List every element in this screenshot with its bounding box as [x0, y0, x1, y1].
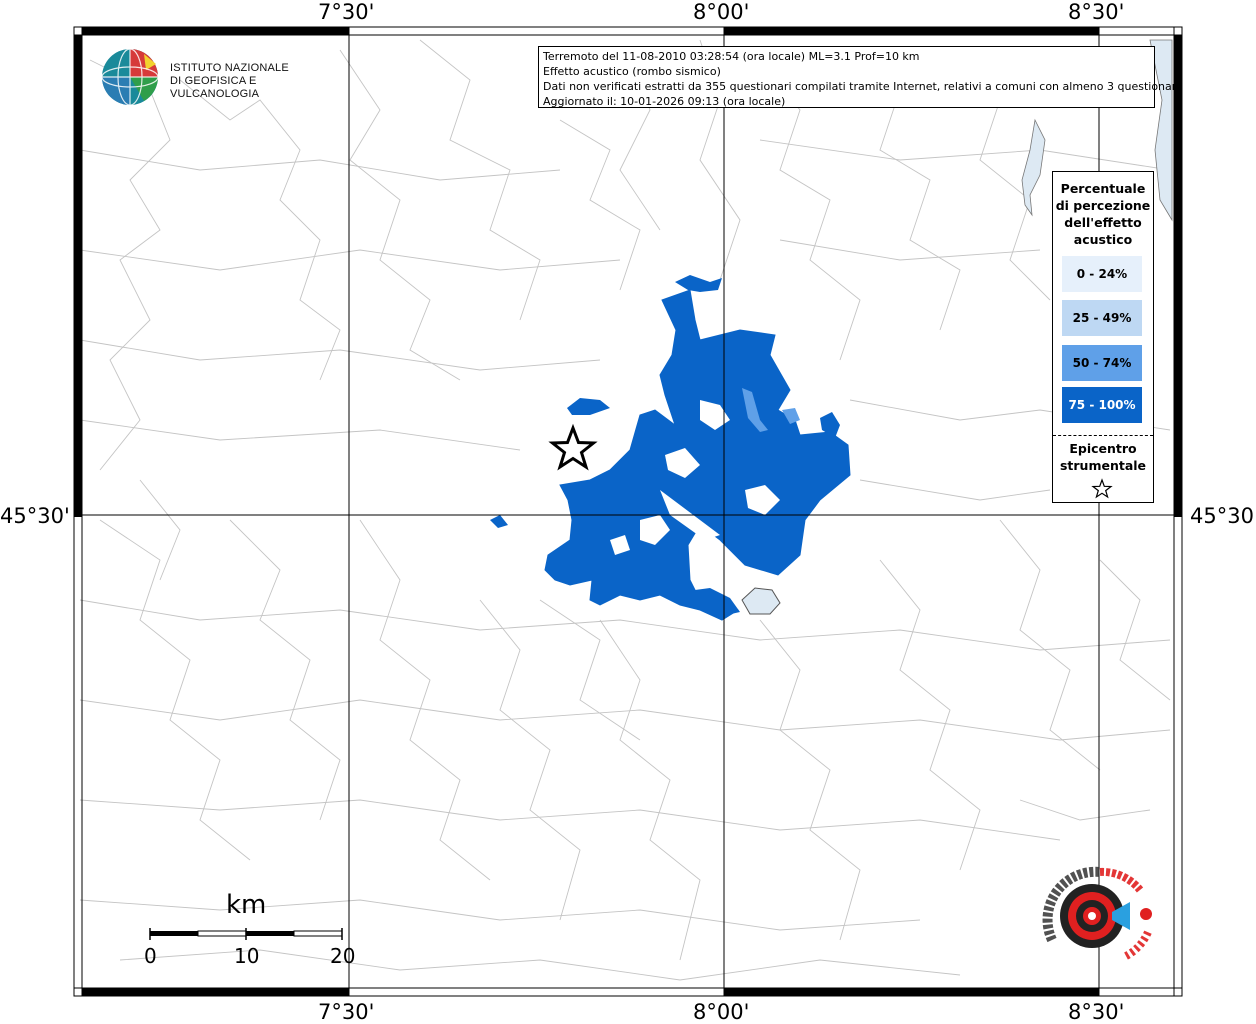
legend-item-25-49: 25 - 49% — [1062, 300, 1142, 336]
bottom-longitude-label-1: 7°30' — [318, 1000, 375, 1024]
legend-item-75-100: 75 - 100% — [1062, 387, 1142, 423]
hsit-logo — [1042, 866, 1152, 960]
top-longitude-label-3: 8°30' — [1068, 0, 1125, 24]
legend-item-50-74: 50 - 74% — [1062, 345, 1142, 381]
scale-tick-0: 0 — [144, 944, 157, 968]
legend-separator — [1053, 435, 1153, 436]
legend-title: Percentuale di percezione dell'effetto a… — [1053, 180, 1153, 248]
top-longitude-label-2: 8°00' — [693, 0, 750, 24]
legend-item-0-24: 0 - 24% — [1062, 256, 1142, 292]
right-latitude-label: 45°30' — [1190, 504, 1256, 528]
legend-title-line4: acustico — [1073, 232, 1133, 247]
legend-title-line2: di percezione — [1055, 198, 1151, 213]
event-info-line1: Terremoto del 11-08-2010 03:28:54 (ora l… — [543, 50, 920, 63]
scale-tick-20: 20 — [330, 944, 356, 968]
left-latitude-label: 45°30' — [0, 504, 70, 528]
legend-title-line1: Percentuale — [1060, 181, 1146, 196]
event-info-box: Terremoto del 11-08-2010 03:28:54 (ora l… — [538, 46, 1183, 108]
event-info-line4: Aggiornato il: 10-01-2026 09:13 (ora loc… — [543, 95, 786, 108]
ingv-name-line1: ISTITUTO NAZIONALE — [170, 62, 289, 74]
event-info-line2: Effetto acustico (rombo sismico) — [543, 65, 721, 78]
legend-epicenter-line2: strumentale — [1059, 458, 1147, 473]
globe-icon — [101, 48, 159, 106]
bottom-longitude-label-2: 8°00' — [693, 1000, 750, 1024]
bottom-longitude-label-3: 8°30' — [1068, 1000, 1125, 1024]
legend-epicenter-line1: Epicentro — [1069, 441, 1137, 456]
scale-tick-10: 10 — [234, 944, 260, 968]
ingv-logo: ISTITUTO NAZIONALE DI GEOFISICA E VULCAN… — [100, 46, 320, 108]
legend: Percentuale di percezione dell'effetto a… — [1052, 171, 1154, 503]
ingv-name-line2: DI GEOFISICA E VULCANOLOGIA — [170, 75, 260, 100]
top-longitude-label-1: 7°30' — [318, 0, 375, 24]
legend-epicenter-label: Epicentro strumentale — [1053, 440, 1153, 474]
star-icon — [1091, 478, 1113, 499]
legend-title-line3: dell'effetto — [1064, 215, 1142, 230]
event-info-line3: Dati non verificati estratti da 355 ques… — [543, 80, 1183, 93]
scale-bar: km 0 10 20 — [140, 890, 370, 970]
scale-unit: km — [226, 890, 267, 920]
